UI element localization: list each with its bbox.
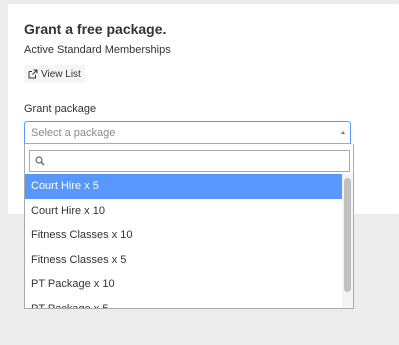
option-fitness-classes-x5[interactable]: Fitness Classes x 5: [25, 248, 342, 273]
option-pt-package-x5[interactable]: PT Package x 5: [25, 297, 342, 309]
package-select-placeholder: Select a package: [31, 127, 116, 139]
dropdown-scrollbar[interactable]: [342, 174, 353, 308]
option-court-hire-x10[interactable]: Court Hire x 10: [25, 199, 342, 224]
card-title: Grant a free package.: [24, 21, 167, 37]
grant-package-label: Grant package: [24, 103, 97, 115]
page: Grant a free package. Active Standard Me…: [0, 0, 399, 345]
option-court-hire-x5[interactable]: Court Hire x 5: [25, 174, 342, 199]
option-fitness-classes-x10[interactable]: Fitness Classes x 10: [25, 223, 342, 248]
package-dropdown: Court Hire x 5 Court Hire x 10 Fitness C…: [24, 144, 354, 309]
search-icon: [35, 156, 45, 166]
view-list-label: View List: [41, 68, 81, 80]
card-subtitle: Active Standard Memberships: [24, 44, 171, 56]
dropdown-search-box[interactable]: [29, 150, 350, 172]
scrollbar-thumb[interactable]: [344, 178, 351, 292]
dropdown-search-input[interactable]: [48, 152, 344, 170]
option-pt-package-x10[interactable]: PT Package x 10: [25, 272, 342, 297]
caret-up-icon: [341, 131, 345, 134]
options-list: Court Hire x 5 Court Hire x 10 Fitness C…: [25, 174, 342, 309]
view-list-button[interactable]: View List: [24, 65, 85, 83]
package-select[interactable]: Select a package: [24, 121, 351, 144]
external-link-icon: [28, 69, 38, 79]
